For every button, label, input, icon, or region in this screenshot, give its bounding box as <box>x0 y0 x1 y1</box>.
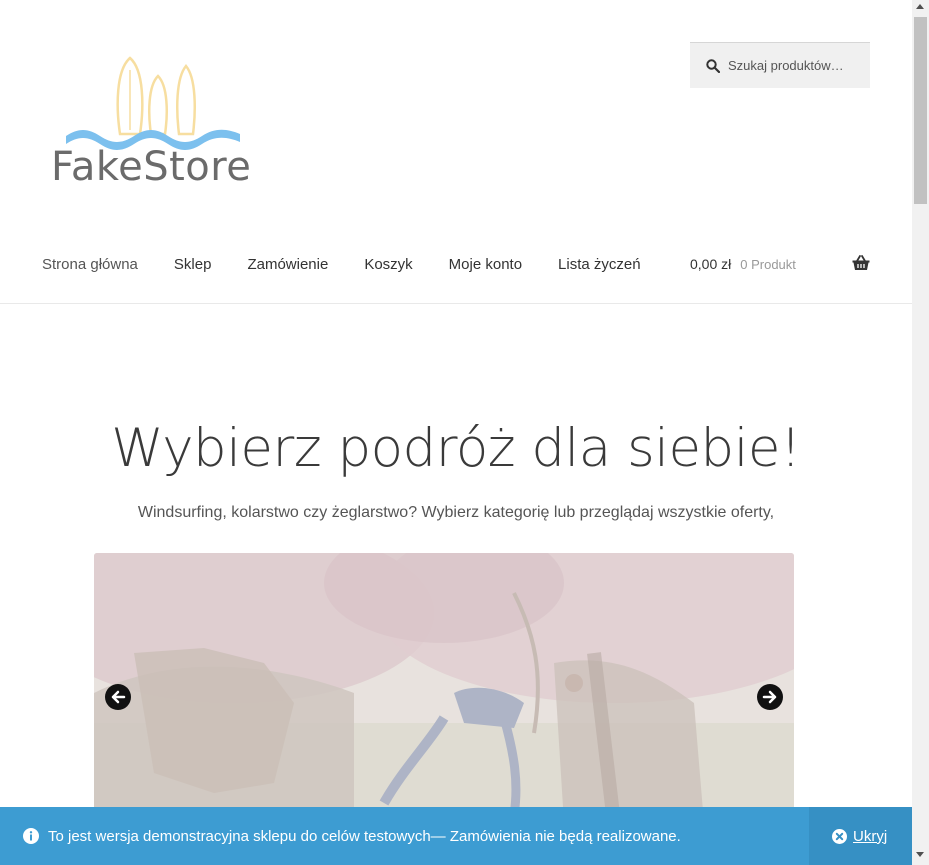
arrow-left-icon <box>111 690 126 704</box>
scroll-up-icon[interactable] <box>916 4 924 9</box>
scrollbar-thumb[interactable] <box>914 17 927 204</box>
dismiss-notice-button[interactable]: Ukryj <box>809 807 912 865</box>
site-logo[interactable]: FakeStore <box>48 52 268 197</box>
nav-wishlist[interactable]: Lista życzeń <box>558 256 641 273</box>
slider-next-button[interactable] <box>757 684 783 710</box>
main-navigation: Strona główna Sklep Zamówienie Koszyk Mo… <box>42 252 677 276</box>
nav-shop[interactable]: Sklep <box>174 256 212 273</box>
nav-home[interactable]: Strona główna <box>42 256 138 273</box>
cart-amount: 0,00 zł <box>690 256 732 272</box>
search-input[interactable] <box>728 58 858 73</box>
scroll-down-icon[interactable] <box>916 852 924 857</box>
header-cart[interactable]: 0,00 zł 0 Produkt <box>690 252 872 276</box>
arrow-right-icon <box>762 690 777 704</box>
cart-count: 0 Produkt <box>740 256 796 272</box>
slider-image <box>94 553 794 823</box>
page: FakeStore Strona główna Sklep Zamówienie… <box>0 0 912 865</box>
nav-checkout[interactable]: Zamówienie <box>247 256 328 273</box>
info-icon <box>23 828 39 844</box>
hero-slider[interactable] <box>94 553 794 823</box>
notice-text: To jest wersja demonstracyjna sklepu do … <box>48 827 681 845</box>
nav-cart[interactable]: Koszyk <box>364 256 412 273</box>
nav-my-account[interactable]: Moje konto <box>449 256 522 273</box>
logo-text: FakeStore <box>51 144 252 190</box>
search-icon <box>706 58 721 73</box>
basket-icon <box>852 255 870 271</box>
vertical-scrollbar[interactable] <box>912 0 929 865</box>
demo-store-notice: To jest wersja demonstracyjna sklepu do … <box>0 807 912 865</box>
product-search[interactable] <box>690 42 870 88</box>
close-icon <box>832 828 847 844</box>
hero-title: Wybierz podróż dla siebie! <box>111 418 801 479</box>
dismiss-label: Ukryj <box>853 827 888 845</box>
hero-subtitle: Windsurfing, kolarstwo czy żeglarstwo? W… <box>137 504 775 521</box>
header-divider <box>0 303 912 304</box>
logo-graphic <box>66 56 240 150</box>
slider-prev-button[interactable] <box>105 684 131 710</box>
